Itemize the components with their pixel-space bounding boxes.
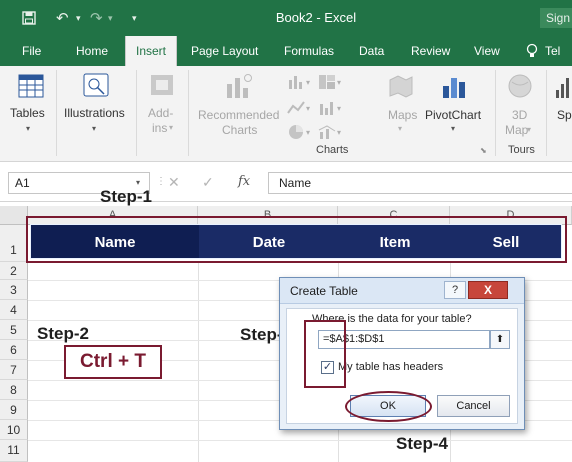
3d-map-line2: Map [505,123,529,137]
tab-review[interactable]: Review [411,36,450,66]
tab-insert[interactable]: Insert [125,36,177,66]
row-header-7[interactable]: 7 [0,360,28,380]
step1-label: Step-1 [100,187,152,206]
row-header-1[interactable]: 1 [0,225,28,262]
row-header-11[interactable]: 11 [0,440,28,462]
sign-in-button[interactable]: Sign [540,8,572,28]
pivotchart-icon[interactable] [440,72,468,103]
cancel-entry-icon[interactable]: ✕ [168,174,180,191]
maps-dropdown-icon: ▾ [398,124,403,133]
ctrl-t-shortcut-label: Ctrl + T [64,345,162,379]
3d-map-dropdown-icon: ▾ [527,125,532,134]
addins-dropdown-icon: ▾ [169,123,174,132]
tab-page-layout[interactable]: Page Layout [191,36,258,66]
illustrations-icon[interactable] [82,72,110,101]
dialog-title-bar[interactable]: Create Table ? X [280,278,524,304]
ribbon-insert: Tables ▾ Illustrations ▾ Add- ins ▾ Reco… [0,66,572,162]
line-chart-icon [287,100,305,119]
formula-bar-splitter-icon[interactable]: ⋮ [156,176,167,187]
tab-home[interactable]: Home [76,36,108,66]
confirm-entry-icon[interactable]: ✓ [202,174,214,191]
close-button[interactable]: X [468,281,508,299]
addins-label-line2: ins [152,121,168,135]
tell-me-label[interactable]: Tel [545,36,560,66]
row-header-4[interactable]: 4 [0,300,28,320]
ribbon-tabs: File Home Insert Page Layout Formulas Da… [0,36,572,66]
pie-chart-dropdown-icon: ▾ [306,128,311,137]
column-chart-icon [287,74,305,93]
select-all-corner[interactable] [0,206,28,225]
tab-view[interactable]: View [474,36,500,66]
line-chart-dropdown-icon: ▾ [306,104,311,113]
addins-label-line1: Add- [148,106,174,120]
step4-highlight-oval [345,391,432,422]
row-header-6[interactable]: 6 [0,340,28,360]
hierarchy-chart-icon [318,74,336,93]
tables-dropdown-icon[interactable]: ▾ [26,124,30,133]
combo-chart-dropdown-icon: ▾ [337,128,342,137]
pivotchart-dropdown-icon[interactable]: ▾ [451,124,455,133]
row-header-10[interactable]: 10 [0,420,28,440]
row-header-3[interactable]: 3 [0,280,28,300]
sparklines-icon[interactable] [555,72,571,103]
combo-chart-icon [318,124,336,143]
insert-function-button[interactable]: fx [238,174,250,189]
step3-highlight-box [304,320,346,388]
statistic-chart-dropdown-icon: ▾ [337,104,342,113]
row-header-5[interactable]: 5 [0,320,28,340]
pie-chart-icon [287,124,305,143]
tab-data[interactable]: Data [359,36,384,66]
tab-formulas[interactable]: Formulas [284,36,334,66]
row-header-8[interactable]: 8 [0,380,28,400]
maps-button: Maps [388,108,418,122]
lightbulb-icon[interactable] [526,43,538,59]
hierarchy-chart-dropdown-icon: ▾ [337,78,342,87]
document-title: Book2 - Excel [275,10,357,25]
tables-button[interactable]: Tables [10,106,45,121]
formula-bar: A1 ▾ ⋮ ✕ ✓ fx Name [0,162,572,202]
tab-file[interactable]: File [22,36,41,66]
step1-highlight-box [26,216,567,263]
table-icon[interactable] [18,74,44,101]
charts-dialog-launcher-icon[interactable]: ⬊ [480,146,487,155]
maps-icon [386,72,414,103]
name-box-dropdown-icon[interactable]: ▾ [136,178,140,187]
column-chart-dropdown-icon: ▾ [306,78,311,87]
step4-label: Step-4 [396,434,448,453]
statistic-chart-icon [318,100,336,119]
recommended-charts-line1: Recommended [198,108,280,122]
help-button[interactable]: ? [444,281,466,299]
headers-checkbox-label[interactable]: My table has headers [338,361,443,373]
dialog-title: Create Table [290,284,358,298]
3d-map-icon [506,72,534,103]
cancel-button[interactable]: Cancel [437,395,510,417]
sparklines-button[interactable]: Sp [557,108,572,123]
recommended-charts-line2: Charts [222,123,258,137]
collapse-dialog-icon[interactable]: ⬆ [490,330,510,349]
formula-input[interactable]: Name [268,172,572,194]
charts-group-label: Charts [316,144,349,156]
pivotchart-button[interactable]: PivotChart [425,108,481,123]
tours-group-label: Tours [508,144,535,156]
row-header-9[interactable]: 9 [0,400,28,420]
row-header-2[interactable]: 2 [0,262,28,280]
step2-label: Step-2 [37,324,89,343]
illustrations-dropdown-icon[interactable]: ▾ [92,124,96,133]
title-bar: ↶ ▾ ↷ ▾ ▾ Book2 - Excel Sign [0,0,572,36]
addins-icon [148,72,176,101]
3d-map-line1: 3D [512,108,528,122]
illustrations-button[interactable]: Illustrations [64,106,125,121]
recommended-charts-icon [224,72,254,103]
